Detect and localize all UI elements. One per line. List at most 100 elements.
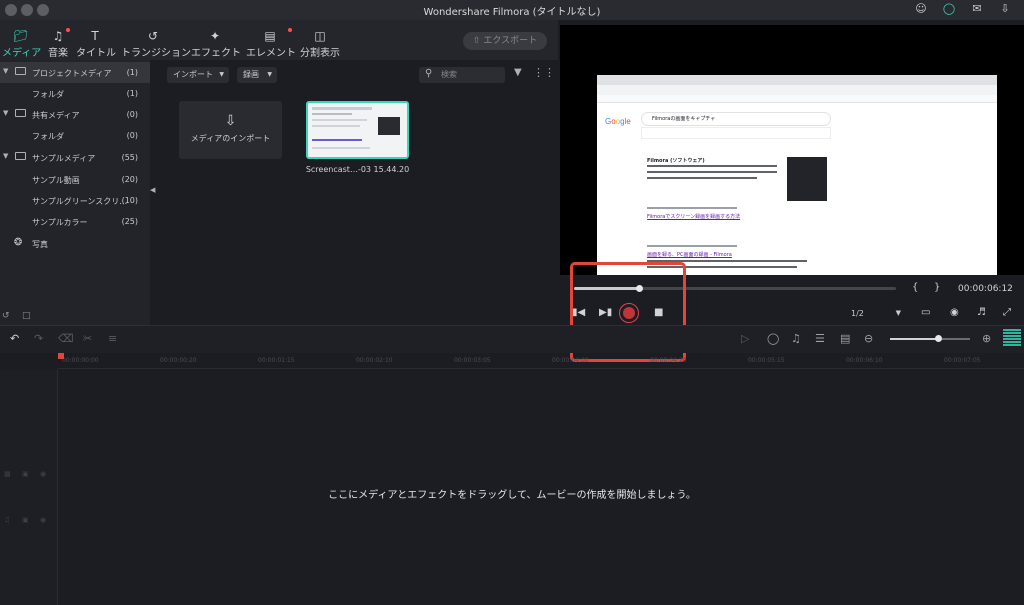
sidebar-item-sample-media[interactable]: ▼ サンプルメディア (55) — [0, 147, 150, 168]
playhead[interactable] — [58, 353, 64, 359]
notification-dot — [288, 28, 292, 32]
export-button[interactable]: ⇧ エクスポート — [463, 32, 547, 50]
browser-addressbar — [597, 85, 997, 95]
new-folder-icon[interactable]: ↺ — [2, 311, 10, 321]
result-url — [647, 245, 737, 247]
tab-split-screen[interactable]: ◫ 分割表示 — [300, 28, 340, 62]
chevron-down-icon[interactable]: ▼ — [3, 109, 8, 117]
folder-icon[interactable]: □ — [22, 311, 31, 321]
import-dropdown[interactable]: インポート ▼ — [167, 67, 229, 83]
voiceover-list-icon[interactable]: ☰ — [815, 332, 825, 345]
undo-icon[interactable]: ↶ — [10, 332, 19, 345]
thumb-line — [312, 119, 367, 121]
visibility-icon[interactable]: ◉ — [40, 470, 46, 478]
sidebar-item-sample-videos[interactable]: サンプル動画 (20) — [0, 169, 150, 190]
collapse-sidebar-icon[interactable]: ◀ — [150, 186, 155, 194]
browser-tabstrip — [597, 75, 997, 85]
preview-frame-browser: Google Filmoraの画面をキャプチャ Filmora (ソフトウェア)… — [597, 75, 997, 275]
tab-audio[interactable]: ♫ 音楽 — [44, 28, 72, 62]
google-suggestion — [641, 127, 831, 139]
import-media-tile[interactable]: ⇩ メディアのインポート — [179, 101, 282, 159]
tab-effects[interactable]: ✦ エフェクト — [191, 28, 241, 62]
chevron-down-icon[interactable]: ▼ — [3, 67, 8, 75]
mark-in-button[interactable]: { — [912, 282, 918, 293]
clip-thumbnail[interactable] — [306, 101, 409, 159]
google-logo: Google — [605, 117, 631, 126]
sidebar-item-photos[interactable]: ❂ 写真 — [0, 233, 150, 254]
chevron-down-icon: ▼ — [219, 71, 224, 78]
thumb-line — [312, 113, 352, 115]
folder-icon: 📁︎ — [13, 29, 29, 43]
timeline-tick-label: 00:00:06:10 — [846, 357, 883, 364]
export-icon: ⇧ — [472, 36, 481, 46]
sidebar-item-shared-folder[interactable]: フォルダ (0) — [0, 125, 150, 146]
sidebar-item-shared-media[interactable]: ▼ 共有メディア (0) — [0, 104, 150, 125]
timeline-tick-label: 00:00:07:05 — [944, 357, 981, 364]
filter-icon[interactable]: ▼ — [514, 67, 522, 78]
music-note-icon: ♫ — [44, 28, 72, 44]
tab-titles[interactable]: T タイトル — [76, 28, 116, 62]
notification-dot — [66, 28, 70, 32]
audio-meter-icon[interactable] — [1003, 329, 1021, 347]
microphone-icon[interactable]: ♫ — [791, 332, 801, 345]
redo-icon[interactable]: ↷ — [34, 332, 43, 345]
sidebar-item-project-media[interactable]: ▼ プロジェクトメディア (1) — [0, 62, 150, 83]
timeline-zoom-fill — [890, 338, 938, 340]
scene-detect-icon[interactable]: ▤ — [840, 332, 850, 345]
timeline-tick-label: 00:00:01:15 — [258, 357, 295, 364]
display-monitor-icon[interactable]: ▭ — [921, 307, 930, 318]
folder-icon — [15, 67, 26, 75]
timeline-tick-label: 00:00:04:00 — [552, 357, 589, 364]
sidebar-item-sample-colors[interactable]: サンプルカラー (25) — [0, 211, 150, 232]
zoom-in-icon[interactable]: ⊕ — [982, 332, 991, 345]
marker-icon[interactable]: ◯ — [767, 332, 779, 345]
sidebar-item-sample-green-screen[interactable]: サンプルグリーンスクリ… (10) — [0, 190, 150, 211]
sidebar-item-project-folder[interactable]: フォルダ (1) — [0, 83, 150, 104]
mail-icon[interactable]: ✉ — [970, 2, 984, 16]
snapshot-camera-icon[interactable]: ◉ — [950, 307, 959, 318]
delete-icon[interactable]: ⌫ — [58, 332, 74, 345]
timeline-tick-label: 00:00:03:05 — [454, 357, 491, 364]
result-snippet — [647, 177, 757, 179]
result-url — [647, 207, 737, 209]
timeline-tick-label: 00:00:00:00 — [62, 357, 99, 364]
split-screen-icon: ◫ — [314, 29, 326, 43]
account-icon[interactable]: ☺ — [914, 2, 928, 16]
mute-icon[interactable]: ◉ — [40, 516, 46, 524]
scissors-icon[interactable]: ✂ — [83, 332, 92, 345]
result-snippet — [647, 171, 777, 173]
tab-transitions[interactable]: ↺ トランジション — [121, 28, 191, 62]
headset-support-icon[interactable]: ◯ — [942, 2, 956, 16]
volume-icon[interactable]: ♬ — [977, 307, 986, 318]
tab-media[interactable]: 📁︎ メディア — [2, 28, 41, 62]
record-dropdown[interactable]: 録画 ▼ — [237, 67, 277, 83]
chevron-down-icon[interactable]: ▼ — [3, 152, 8, 160]
effect-sparkle-icon: ✦ — [209, 29, 221, 43]
download-icon[interactable]: ⇩ — [998, 2, 1012, 16]
thumb-image — [378, 117, 400, 135]
photos-gear-icon: ❂ — [14, 237, 23, 248]
app-title: Wondershare Filmora (タイトルなし) — [423, 7, 601, 18]
chevron-down-icon: ▼ — [267, 71, 272, 78]
timeline-tick-label: 00:00:04:20 — [650, 357, 687, 364]
lock-icon[interactable]: ▣ — [22, 470, 29, 478]
thumb-line — [312, 147, 370, 149]
zoom-out-icon[interactable]: ⊖ — [864, 332, 873, 345]
adjust-sliders-icon[interactable]: ≡ — [108, 332, 117, 345]
timeline-tick-label: 00:00:05:15 — [748, 357, 785, 364]
timeline-tick-label: 00:00:00:20 — [160, 357, 197, 364]
timeline-zoom-handle[interactable] — [935, 335, 942, 342]
folder-icon — [15, 152, 26, 160]
google-search-input: Filmoraの画面をキャプチャ — [641, 112, 831, 126]
tab-elements[interactable]: ▤ エレメント — [246, 28, 296, 62]
result-link-2: 画面を録る、PC画面の録画 - Filmora — [647, 252, 732, 258]
title-t-icon: T — [91, 29, 99, 43]
playback-quality-select[interactable]: 1/2 ▼ — [849, 306, 905, 321]
browser-bookmarks — [597, 95, 997, 103]
lock-icon[interactable]: ▣ — [22, 516, 29, 524]
render-preview-icon[interactable]: ▷ — [741, 332, 749, 345]
thumb-line — [312, 125, 360, 127]
clip-name: Screencast…-03 15.44.20 — [305, 165, 410, 174]
mark-out-button[interactable]: } — [934, 282, 940, 293]
fullscreen-icon[interactable]: ⤢ — [1003, 307, 1011, 318]
